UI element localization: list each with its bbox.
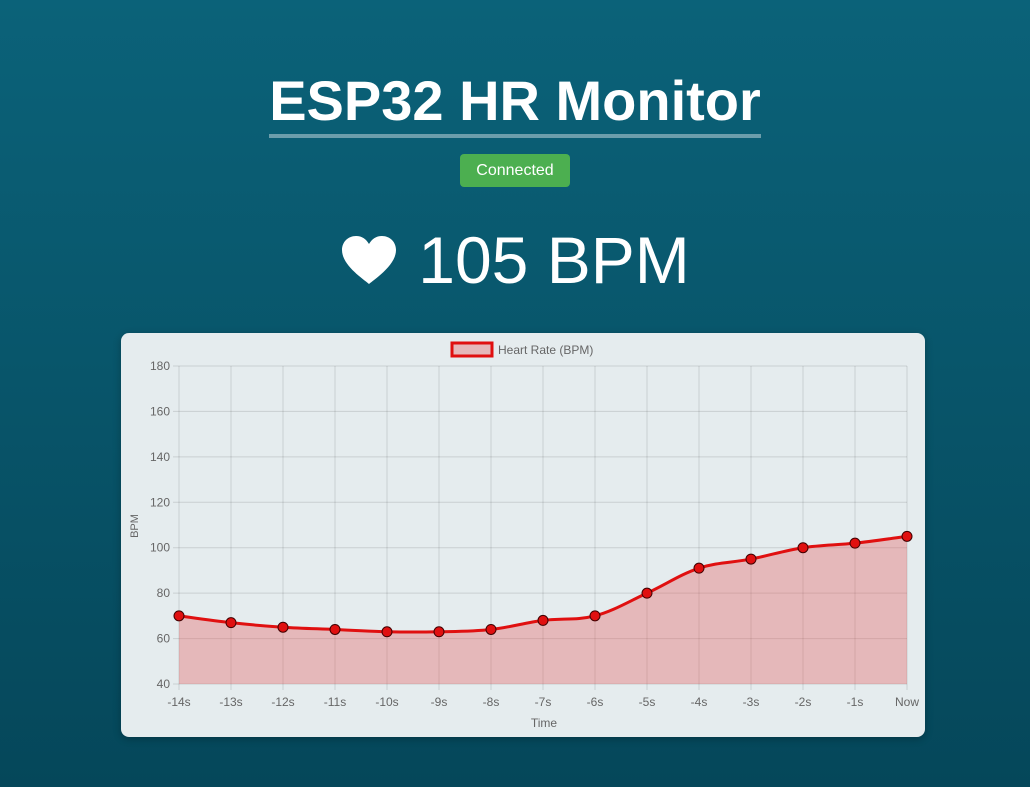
y-tick-label: 40 [157, 677, 171, 691]
x-tick-label: -8s [483, 695, 500, 709]
heart-rate-chart: 40 60 80 100 120 140 160 180 -14s -13s -12s -11s -10… [129, 341, 919, 730]
x-tick-label: -11s [324, 695, 346, 709]
y-tick-label: 180 [150, 359, 170, 373]
legend-label[interactable]: Heart Rate (BPM) [498, 343, 593, 357]
page-title: ESP32 HR Monitor [269, 70, 761, 138]
data-point [433, 626, 445, 638]
bpm-display: 105 BPM [0, 224, 1030, 296]
y-tick-label: 160 [150, 404, 170, 418]
y-axis-title: BPM [129, 514, 141, 538]
x-tick-label: -14s [167, 695, 190, 709]
x-tick-label: -9s [431, 695, 448, 709]
heart-icon [340, 234, 398, 286]
x-tick-label: -2s [795, 695, 812, 709]
bpm-row: 105 BPM [340, 223, 690, 297]
x-tick-label: -1s [847, 695, 864, 709]
data-point [589, 610, 601, 622]
data-point [693, 562, 705, 574]
x-tick-label: -7s [535, 695, 552, 709]
data-point [849, 537, 861, 549]
data-point [485, 623, 497, 635]
legend-swatch[interactable] [450, 341, 494, 358]
status-badge: Connected [460, 154, 570, 187]
data-point [641, 587, 653, 599]
data-point [173, 610, 185, 622]
y-tick-label: 60 [157, 632, 171, 646]
x-axis-title: Time [531, 716, 558, 730]
data-point [537, 614, 549, 626]
x-tick-label: -6s [587, 695, 604, 709]
data-point [797, 542, 809, 554]
y-tick-label: 120 [150, 495, 170, 509]
y-tick-label: 80 [157, 586, 171, 600]
x-tick-label: Now [895, 695, 919, 709]
x-tick-label: -12s [271, 695, 294, 709]
data-point [381, 626, 393, 638]
x-tick-label: -4s [691, 695, 708, 709]
chart-legend: Heart Rate (BPM) [450, 341, 593, 358]
data-point [329, 623, 341, 635]
x-tick-label: -5s [639, 695, 656, 709]
status-container: Connected [0, 154, 1030, 187]
data-point [225, 617, 237, 629]
data-point [277, 621, 289, 633]
y-tick-label: 100 [150, 541, 170, 555]
data-point [745, 553, 757, 565]
y-tick-label: 140 [150, 450, 170, 464]
x-tick-label: -13s [219, 695, 242, 709]
bpm-value: 105 BPM [418, 223, 690, 297]
data-point [901, 530, 913, 542]
chart-card: 40 60 80 100 120 140 160 180 -14s -13s -12s -11s -10… [121, 333, 925, 737]
x-tick-label: -10s [375, 695, 398, 709]
x-tick-label: -3s [743, 695, 760, 709]
title-container: ESP32 HR Monitor [0, 70, 1030, 138]
